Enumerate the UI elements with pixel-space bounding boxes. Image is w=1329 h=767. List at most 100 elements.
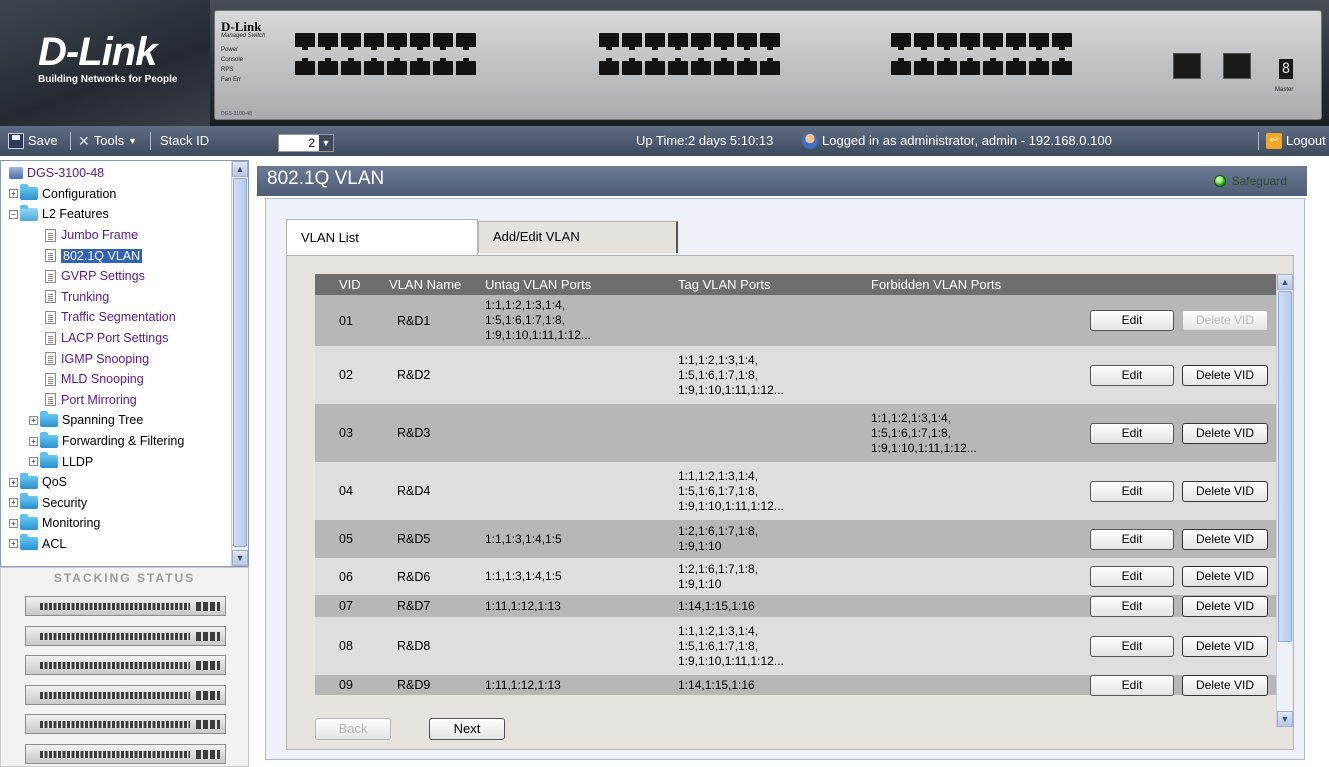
tree-item-configuration[interactable]: + Configuration <box>3 184 232 205</box>
stack-unit-combo-ports <box>196 690 220 700</box>
expand-icon[interactable]: + <box>9 189 18 199</box>
tree-item-traffic-segmentation[interactable]: Traffic Segmentation <box>3 307 232 328</box>
tree-item-802-1q-vlan[interactable]: 802.1Q VLAN <box>3 245 232 266</box>
toolbar-divider <box>1258 132 1259 150</box>
expand-icon[interactable]: + <box>29 415 38 425</box>
scroll-up-icon[interactable]: ▲ <box>232 161 248 177</box>
expand-icon[interactable]: + <box>9 498 18 508</box>
tree-item-monitoring[interactable]: + Monitoring <box>3 513 232 534</box>
table-row: 05 R&D5 1:1,1:3,1:4,1:5 1:2,1:6,1:7,1:8, 1:9… <box>315 520 1276 558</box>
edit-button[interactable]: Edit <box>1090 635 1174 657</box>
tree-item-label: Port Mirroring <box>61 392 137 407</box>
port-list-line: 1:9,1:10,1:11,1:12... <box>485 328 591 342</box>
tree-item-trunking[interactable]: Trunking <box>3 287 232 308</box>
vid-cell: 08 <box>339 639 353 653</box>
back-button[interactable]: Back <box>315 718 391 740</box>
forbidden-ports-cell: 1:1,1:2,1:3,1:4, 1:5,1:6,1:7,1:8, 1:9,1:10… <box>871 411 1058 456</box>
delete-vid-button[interactable]: Delete VID <box>1182 566 1268 587</box>
delete-vid-button[interactable]: Delete VID <box>1182 364 1268 386</box>
delete-vid-button[interactable]: Delete VID <box>1182 480 1268 502</box>
tree-item-forwarding-filtering[interactable]: + Forwarding & Filtering <box>3 431 232 452</box>
logout-button[interactable]: ↩ Logout <box>1266 126 1326 156</box>
expand-icon[interactable]: + <box>9 539 18 549</box>
port-list-line: 1:5,1:6,1:7,1:8, <box>678 638 759 653</box>
scrollbar-thumb[interactable] <box>1278 291 1292 642</box>
tools-menu[interactable]: ✕ Tools ▼ <box>78 126 137 156</box>
edit-button[interactable]: Edit <box>1090 310 1174 331</box>
delete-vid-button[interactable]: Delete VID <box>1182 674 1268 696</box>
untag-ports-cell: 1:11,1:12,1:13 <box>485 678 678 693</box>
edit-button[interactable]: Edit <box>1090 595 1174 617</box>
stack-unit-5[interactable] <box>25 714 226 734</box>
port-list-line: 1:1,1:2,1:3,1:4, <box>485 298 566 312</box>
next-button[interactable]: Next <box>429 718 505 740</box>
tree-item-label: Monitoring <box>42 516 101 531</box>
delete-vid-button[interactable]: Delete VID <box>1182 595 1268 617</box>
scroll-down-icon[interactable]: ▼ <box>1277 711 1293 727</box>
tree-item-spanning-tree[interactable]: + Spanning Tree <box>3 410 232 431</box>
table-row: 02 R&D2 1:1,1:2,1:3,1:4, 1:5,1:6,1:7,1:8, 1:… <box>315 346 1276 404</box>
scroll-up-icon[interactable]: ▲ <box>1277 274 1293 290</box>
edit-button[interactable]: Edit <box>1090 528 1174 550</box>
tree-item-lldp[interactable]: + LLDP <box>3 451 232 472</box>
expand-icon[interactable]: + <box>29 436 38 446</box>
tree-item-l2-features[interactable]: − L2 Features <box>3 204 232 225</box>
tree-item-igmp-snooping[interactable]: IGMP Snooping <box>3 348 232 369</box>
tree-item-label: Configuration <box>42 186 117 201</box>
expand-icon[interactable]: + <box>9 518 18 528</box>
edit-button[interactable]: Edit <box>1090 422 1174 444</box>
edit-button[interactable]: Edit <box>1090 566 1174 587</box>
tree-scrollbar[interactable]: ▲ ▼ <box>231 161 248 566</box>
save-button[interactable]: Save <box>8 126 58 156</box>
tree-item-label: LLDP <box>62 454 94 469</box>
toolbar-divider <box>150 132 151 150</box>
tree-item-label: ACL <box>42 536 67 551</box>
tab-add-edit-vlan[interactable]: Add/Edit VLAN <box>478 221 678 253</box>
scrollbar-thumb[interactable] <box>233 178 247 547</box>
tree-root[interactable]: DGS-3100-48 <box>3 163 232 184</box>
stack-id-select[interactable]: 2 ▼ <box>278 134 334 152</box>
tree-item-security[interactable]: + Security <box>3 493 232 514</box>
device-subtitle: Managed Switch <box>221 33 266 39</box>
delete-vid-button[interactable]: Delete VID <box>1182 310 1268 331</box>
edit-button[interactable]: Edit <box>1090 364 1174 386</box>
stack-unit-6[interactable] <box>25 743 226 764</box>
scroll-down-icon[interactable]: ▼ <box>232 550 248 566</box>
stack-unit-2[interactable] <box>25 625 226 646</box>
expand-icon[interactable]: + <box>9 477 18 487</box>
logout-icon: ↩ <box>1266 133 1282 149</box>
row-actions: Edit Delete VID <box>1058 480 1276 502</box>
stack-unit-4[interactable] <box>25 684 226 705</box>
tree-item-port-mirroring[interactable]: Port Mirroring <box>3 390 232 411</box>
stack-unit-combo-ports <box>196 602 220 611</box>
content-box: VLAN List Add/Edit VLAN VID VLAN Name Un… <box>265 198 1305 760</box>
delete-vid-button[interactable]: Delete VID <box>1182 528 1268 550</box>
tree-item-lacp-port-settings[interactable]: LACP Port Settings <box>3 328 232 349</box>
tree-item-gvrp-settings[interactable]: GVRP Settings <box>3 266 232 287</box>
stack-unit-1[interactable] <box>25 596 226 616</box>
row-actions: Edit Delete VID <box>1058 674 1276 696</box>
tree-item-jumbo-frame[interactable]: Jumbo Frame <box>3 225 232 246</box>
collapse-icon[interactable]: − <box>9 209 18 219</box>
delete-vid-button[interactable]: Delete VID <box>1182 422 1268 444</box>
tree-item-qos[interactable]: + QoS <box>3 472 232 493</box>
vid-cell: 04 <box>339 484 353 498</box>
edit-button[interactable]: Edit <box>1090 674 1174 696</box>
expand-icon[interactable]: + <box>29 457 38 467</box>
tools-label: Tools <box>93 133 125 148</box>
tab-vlan-list[interactable]: VLAN List <box>286 219 478 255</box>
table-scrollbar[interactable]: ▲ ▼ <box>1276 274 1293 727</box>
port-list-line: 1:5,1:6,1:7,1:8, <box>871 425 952 440</box>
page-icon <box>45 269 56 283</box>
port-list-line: 1:1,1:3,1:4,1:5 <box>485 569 562 583</box>
tree-item-acl[interactable]: + ACL <box>3 534 232 555</box>
folder-icon <box>40 431 58 448</box>
page-icon <box>45 372 56 386</box>
stack-unit-3[interactable] <box>25 655 226 675</box>
row-actions: Edit Delete VID <box>1058 528 1276 550</box>
tree-item-mld-snooping[interactable]: MLD Snooping <box>3 369 232 390</box>
edit-button[interactable]: Edit <box>1090 480 1174 502</box>
folder-icon <box>40 410 58 427</box>
folder-icon <box>20 472 38 489</box>
delete-vid-button[interactable]: Delete VID <box>1182 635 1268 657</box>
